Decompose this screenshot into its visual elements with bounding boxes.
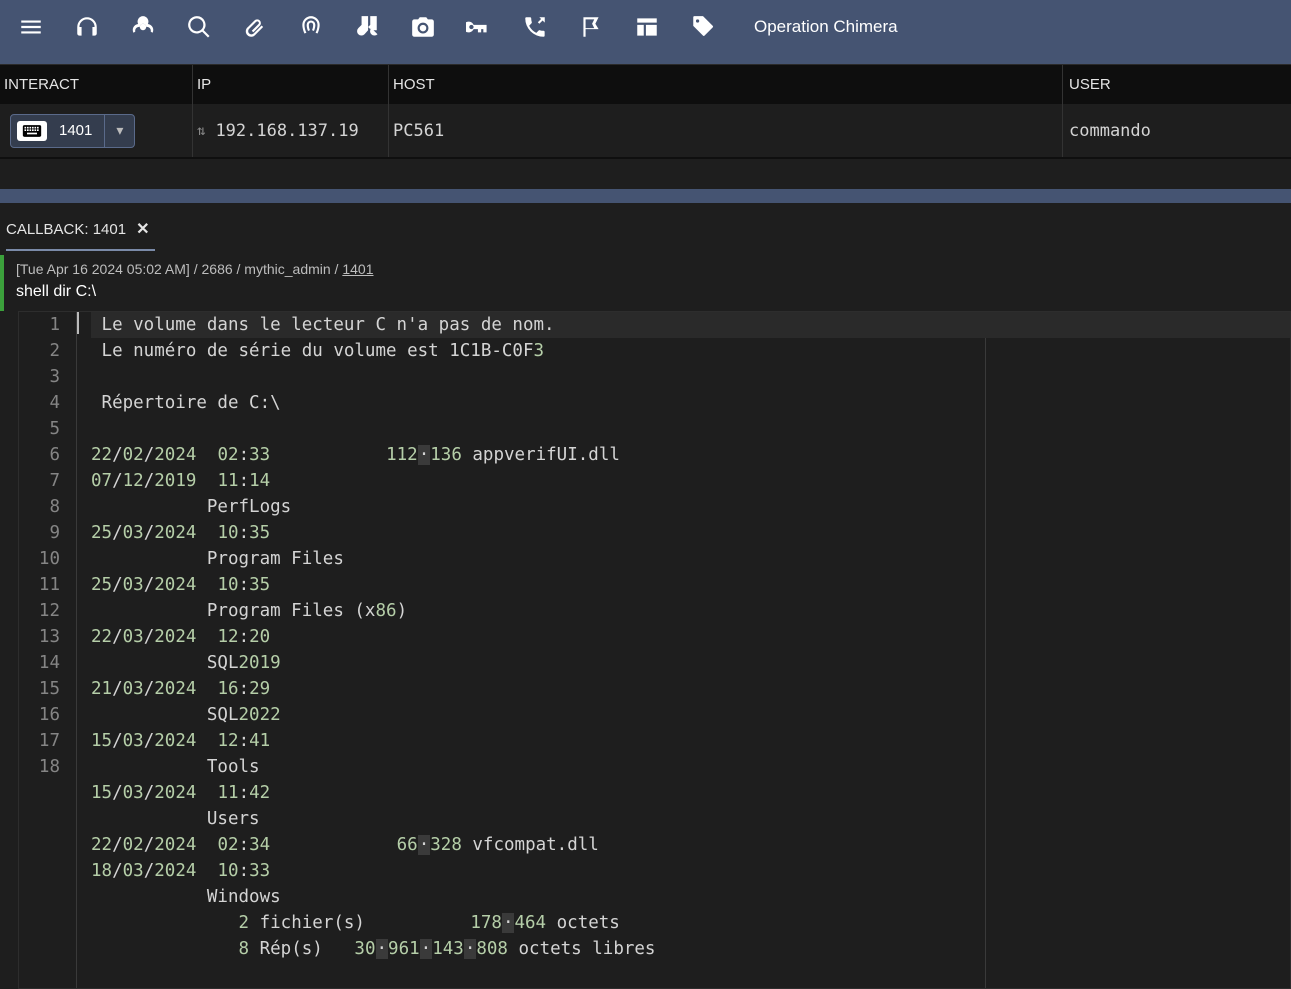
- interact-label: 1401: [47, 122, 104, 139]
- callbacks-table-header: INTERACT IP HOST USER: [0, 64, 1291, 104]
- menu-icon[interactable]: [18, 14, 44, 40]
- code-output[interactable]: 123456789101112131415161718 Le volume da…: [18, 311, 1291, 989]
- task-meta: [Tue Apr 16 2024 05:02 AM] / 2686 / myth…: [4, 255, 1291, 281]
- close-icon[interactable]: ✕: [136, 219, 149, 239]
- separator-bar[interactable]: [0, 189, 1291, 203]
- task-command: shell dir C:\: [4, 281, 1291, 311]
- layout-icon[interactable]: [634, 14, 660, 40]
- user-value: commando: [1069, 121, 1151, 141]
- sort-icon[interactable]: ⇅: [197, 123, 205, 139]
- interact-dropdown-caret[interactable]: ▾: [104, 115, 134, 147]
- col-header-host[interactable]: HOST: [389, 65, 1063, 104]
- biohazard-icon[interactable]: [130, 14, 156, 40]
- code-content[interactable]: Le volume dans le lecteur C n'a pas de n…: [77, 312, 1290, 988]
- interact-button[interactable]: 1401 ▾: [10, 114, 135, 148]
- flag-icon[interactable]: [578, 14, 604, 40]
- top-toolbar: Operation Chimera: [0, 0, 1291, 54]
- attachment-icon[interactable]: [242, 14, 268, 40]
- phone-icon[interactable]: [522, 14, 548, 40]
- task-block: [Tue Apr 16 2024 05:02 AM] / 2686 / myth…: [0, 255, 1291, 311]
- tab-row: CALLBACK: 1401 ✕: [0, 203, 1291, 251]
- task-id-link[interactable]: 1401: [342, 261, 373, 277]
- ip-value: 192.168.137.19: [215, 121, 358, 141]
- headphones-icon[interactable]: [74, 14, 100, 40]
- callback-row: 1401 ▾ ⇅ 192.168.137.19 PC561 commando: [0, 104, 1291, 159]
- tag-icon[interactable]: [690, 14, 716, 40]
- search-icon[interactable]: [186, 14, 212, 40]
- callback-tab[interactable]: CALLBACK: 1401 ✕: [6, 213, 155, 251]
- socks-icon[interactable]: [354, 14, 380, 40]
- gutter: 123456789101112131415161718: [19, 312, 77, 988]
- operation-name: Operation Chimera: [754, 17, 898, 37]
- camera-icon[interactable]: [410, 14, 436, 40]
- col-header-user[interactable]: USER: [1063, 65, 1291, 104]
- fingerprint-icon[interactable]: [298, 14, 324, 40]
- col-header-interact[interactable]: INTERACT: [0, 65, 193, 104]
- tab-label: CALLBACK: 1401: [6, 221, 126, 238]
- keyboard-icon: [17, 121, 47, 141]
- col-header-ip[interactable]: IP: [193, 65, 389, 104]
- key-icon[interactable]: [466, 14, 492, 40]
- host-value: PC561: [393, 121, 444, 141]
